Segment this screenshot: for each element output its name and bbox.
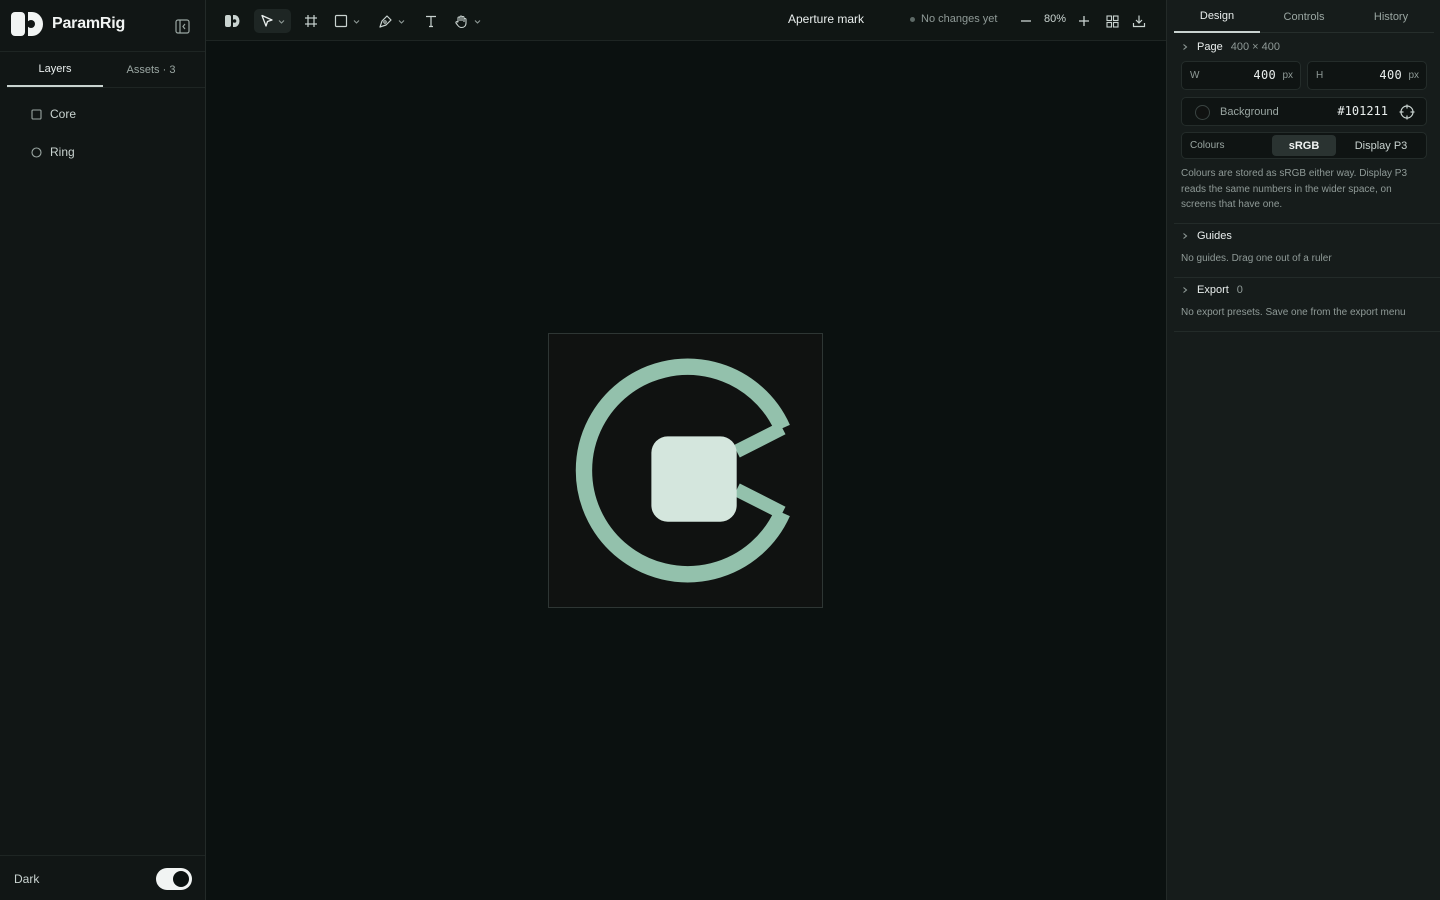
aperture-mark-artwork — [575, 358, 790, 583]
toolbar: Aperture mark No changes yet 80% — [206, 0, 1166, 41]
app-window: ParamRig Layers Assets · 3 Core Ring Dar… — [0, 0, 1440, 900]
export-label: Export — [1197, 284, 1229, 296]
chevron-right-icon — [1183, 287, 1188, 293]
sidebar-tabs: Layers Assets · 3 — [7, 53, 205, 88]
grid-icon — [1105, 14, 1119, 28]
background-label: Background — [1220, 106, 1279, 118]
core-shape[interactable] — [651, 436, 737, 522]
pen-tool-button[interactable] — [374, 9, 410, 33]
section-divider — [1174, 223, 1440, 224]
guides-help-text: No guides. Drag one out of a ruler — [1181, 253, 1332, 264]
ring-inner-notch — [733, 422, 786, 519]
logo-icon — [225, 15, 240, 27]
pen-icon — [379, 14, 392, 28]
colours-help-text: Colours are stored as sRGB either way. D… — [1181, 168, 1408, 210]
layer-item-core[interactable]: Core — [24, 101, 194, 127]
brand-header: ParamRig — [0, 0, 205, 52]
save-status: No changes yet — [910, 13, 997, 25]
colours-label: Colours — [1190, 140, 1225, 151]
collapse-sidebar-button[interactable] — [173, 17, 191, 35]
text-icon — [426, 15, 436, 28]
page-size-label: 400 × 400 — [1230, 41, 1280, 53]
export-download-button[interactable] — [1130, 9, 1148, 33]
chevron-down-icon — [278, 19, 284, 24]
download-icon — [1132, 15, 1146, 28]
width-unit: px — [1282, 70, 1293, 81]
zoom-out-button[interactable] — [1018, 9, 1034, 33]
paramrig-logo-icon — [11, 12, 43, 36]
dark-mode-toggle[interactable] — [156, 868, 192, 890]
colour-option-srgb[interactable]: sRGB — [1272, 135, 1336, 156]
chevron-down-icon — [398, 19, 405, 24]
properties-panel: Design Controls History Page 400 × 400 W… — [1166, 0, 1440, 900]
frame-icon — [305, 15, 317, 27]
sidebar-collapse-icon — [174, 18, 190, 34]
guides-label: Guides — [1197, 230, 1232, 242]
status-dot — [910, 16, 915, 22]
guides-section-header[interactable]: Guides — [1181, 228, 1232, 244]
section-divider — [1174, 331, 1440, 332]
chevron-right-icon — [1183, 44, 1188, 50]
rectangle-icon — [334, 14, 347, 28]
frame-tool-button[interactable] — [300, 9, 322, 33]
background-value: #101211 — [1337, 104, 1388, 118]
layer-item-ring[interactable]: Ring — [24, 139, 194, 165]
toggle-knob — [173, 871, 189, 887]
chevron-down-icon — [353, 19, 359, 24]
rectangle-tool-button[interactable] — [330, 9, 364, 33]
plus-icon — [1079, 16, 1089, 26]
grid-view-button[interactable] — [1103, 9, 1121, 33]
tab-layers[interactable]: Layers — [7, 53, 103, 87]
artboard[interactable] — [548, 333, 823, 608]
document-title[interactable]: Aperture mark — [766, 12, 886, 26]
crosshair-picker-icon[interactable] — [1399, 104, 1415, 120]
height-label: H — [1316, 70, 1324, 81]
export-section-header[interactable]: Export 0 — [1181, 282, 1243, 298]
width-value: 400 — [1253, 68, 1276, 82]
colour-space-control: Colours sRGB Display P3 — [1181, 132, 1427, 159]
text-tool-button[interactable] — [420, 9, 442, 33]
height-value: 400 — [1379, 68, 1402, 82]
page-section-header[interactable]: Page 400 × 400 — [1181, 39, 1280, 55]
sidebar-footer: Dark — [0, 855, 205, 900]
page-section-label: Page — [1197, 41, 1223, 53]
height-field[interactable]: H 400 px — [1307, 61, 1427, 90]
chevron-down-icon — [474, 19, 481, 24]
layer-label: Ring — [50, 145, 75, 159]
tab-history[interactable]: History — [1348, 0, 1434, 33]
canvas-area[interactable] — [206, 41, 1166, 900]
zoom-in-button[interactable] — [1076, 9, 1092, 33]
height-unit: px — [1408, 70, 1419, 81]
left-sidebar: ParamRig Layers Assets · 3 Core Ring Dar… — [0, 0, 206, 900]
cursor-arrow-icon — [260, 14, 273, 27]
circle-icon — [31, 146, 42, 158]
panel-tabs: Design Controls History — [1174, 0, 1434, 33]
background-field[interactable]: Background #101211 — [1181, 97, 1427, 126]
width-field[interactable]: W 400 px — [1181, 61, 1301, 90]
app-name: ParamRig — [52, 15, 126, 32]
hand-icon — [455, 14, 467, 28]
tab-design[interactable]: Design — [1174, 0, 1260, 33]
status-text: No changes yet — [921, 13, 998, 25]
hand-tool-button[interactable] — [450, 9, 486, 33]
tab-controls[interactable]: Controls — [1261, 0, 1347, 33]
square-icon — [31, 108, 42, 120]
dark-mode-label: Dark — [14, 872, 40, 886]
section-divider — [1174, 277, 1440, 278]
background-swatch[interactable] — [1195, 105, 1210, 120]
logo-menu-button[interactable] — [220, 9, 244, 33]
width-label: W — [1190, 70, 1200, 81]
colour-option-display-p3[interactable]: Display P3 — [1340, 135, 1422, 156]
select-tool-button[interactable] — [254, 9, 291, 33]
minus-icon — [1021, 20, 1031, 22]
chevron-right-icon — [1183, 233, 1188, 239]
zoom-level[interactable]: 80% — [1040, 13, 1070, 25]
export-help-text: No export presets. Save one from the exp… — [1181, 307, 1406, 318]
export-count: 0 — [1236, 284, 1243, 296]
layer-label: Core — [50, 107, 77, 121]
tab-assets[interactable]: Assets · 3 — [103, 53, 199, 87]
